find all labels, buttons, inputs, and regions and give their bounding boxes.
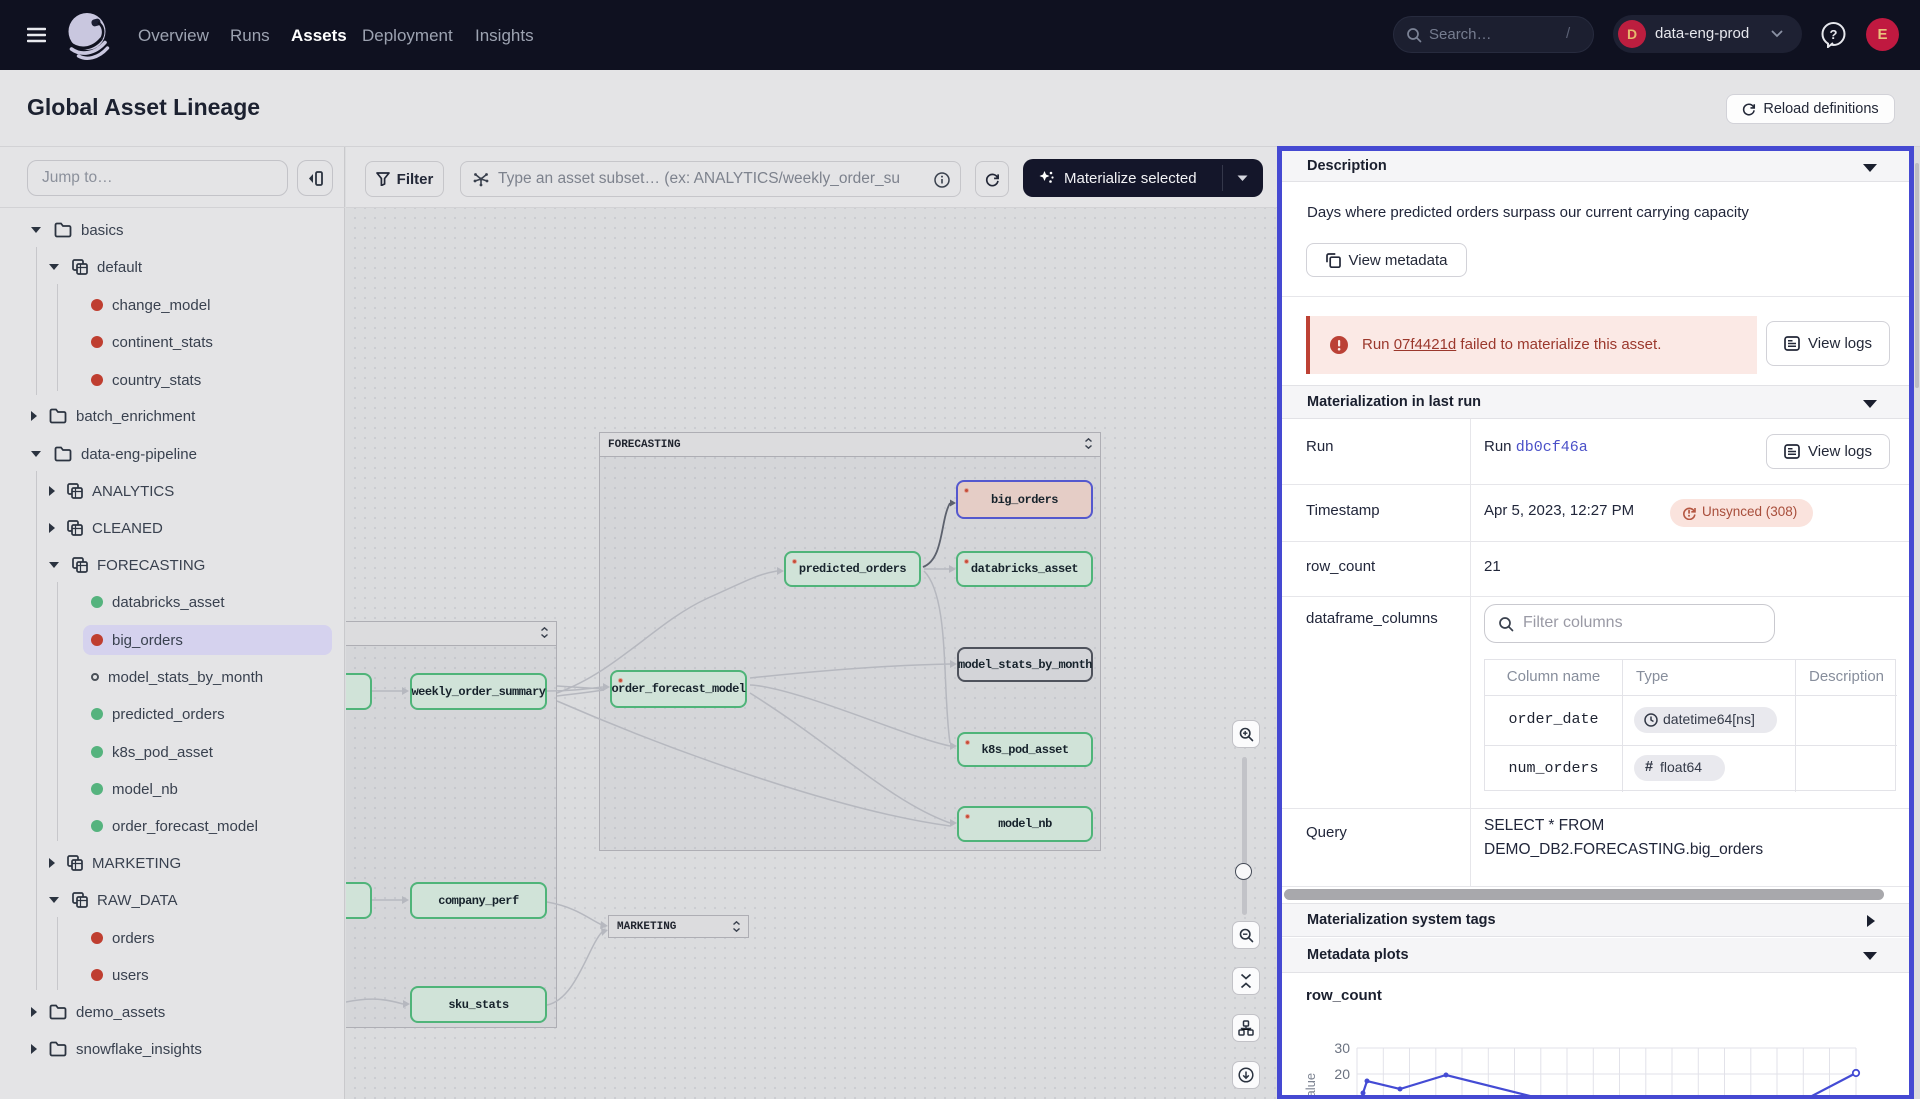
svg-text:Value: Value xyxy=(1303,1073,1318,1095)
svg-text:20: 20 xyxy=(1334,1066,1350,1082)
svg-text:30: 30 xyxy=(1334,1040,1350,1056)
svg-text:?: ? xyxy=(1830,27,1838,42)
